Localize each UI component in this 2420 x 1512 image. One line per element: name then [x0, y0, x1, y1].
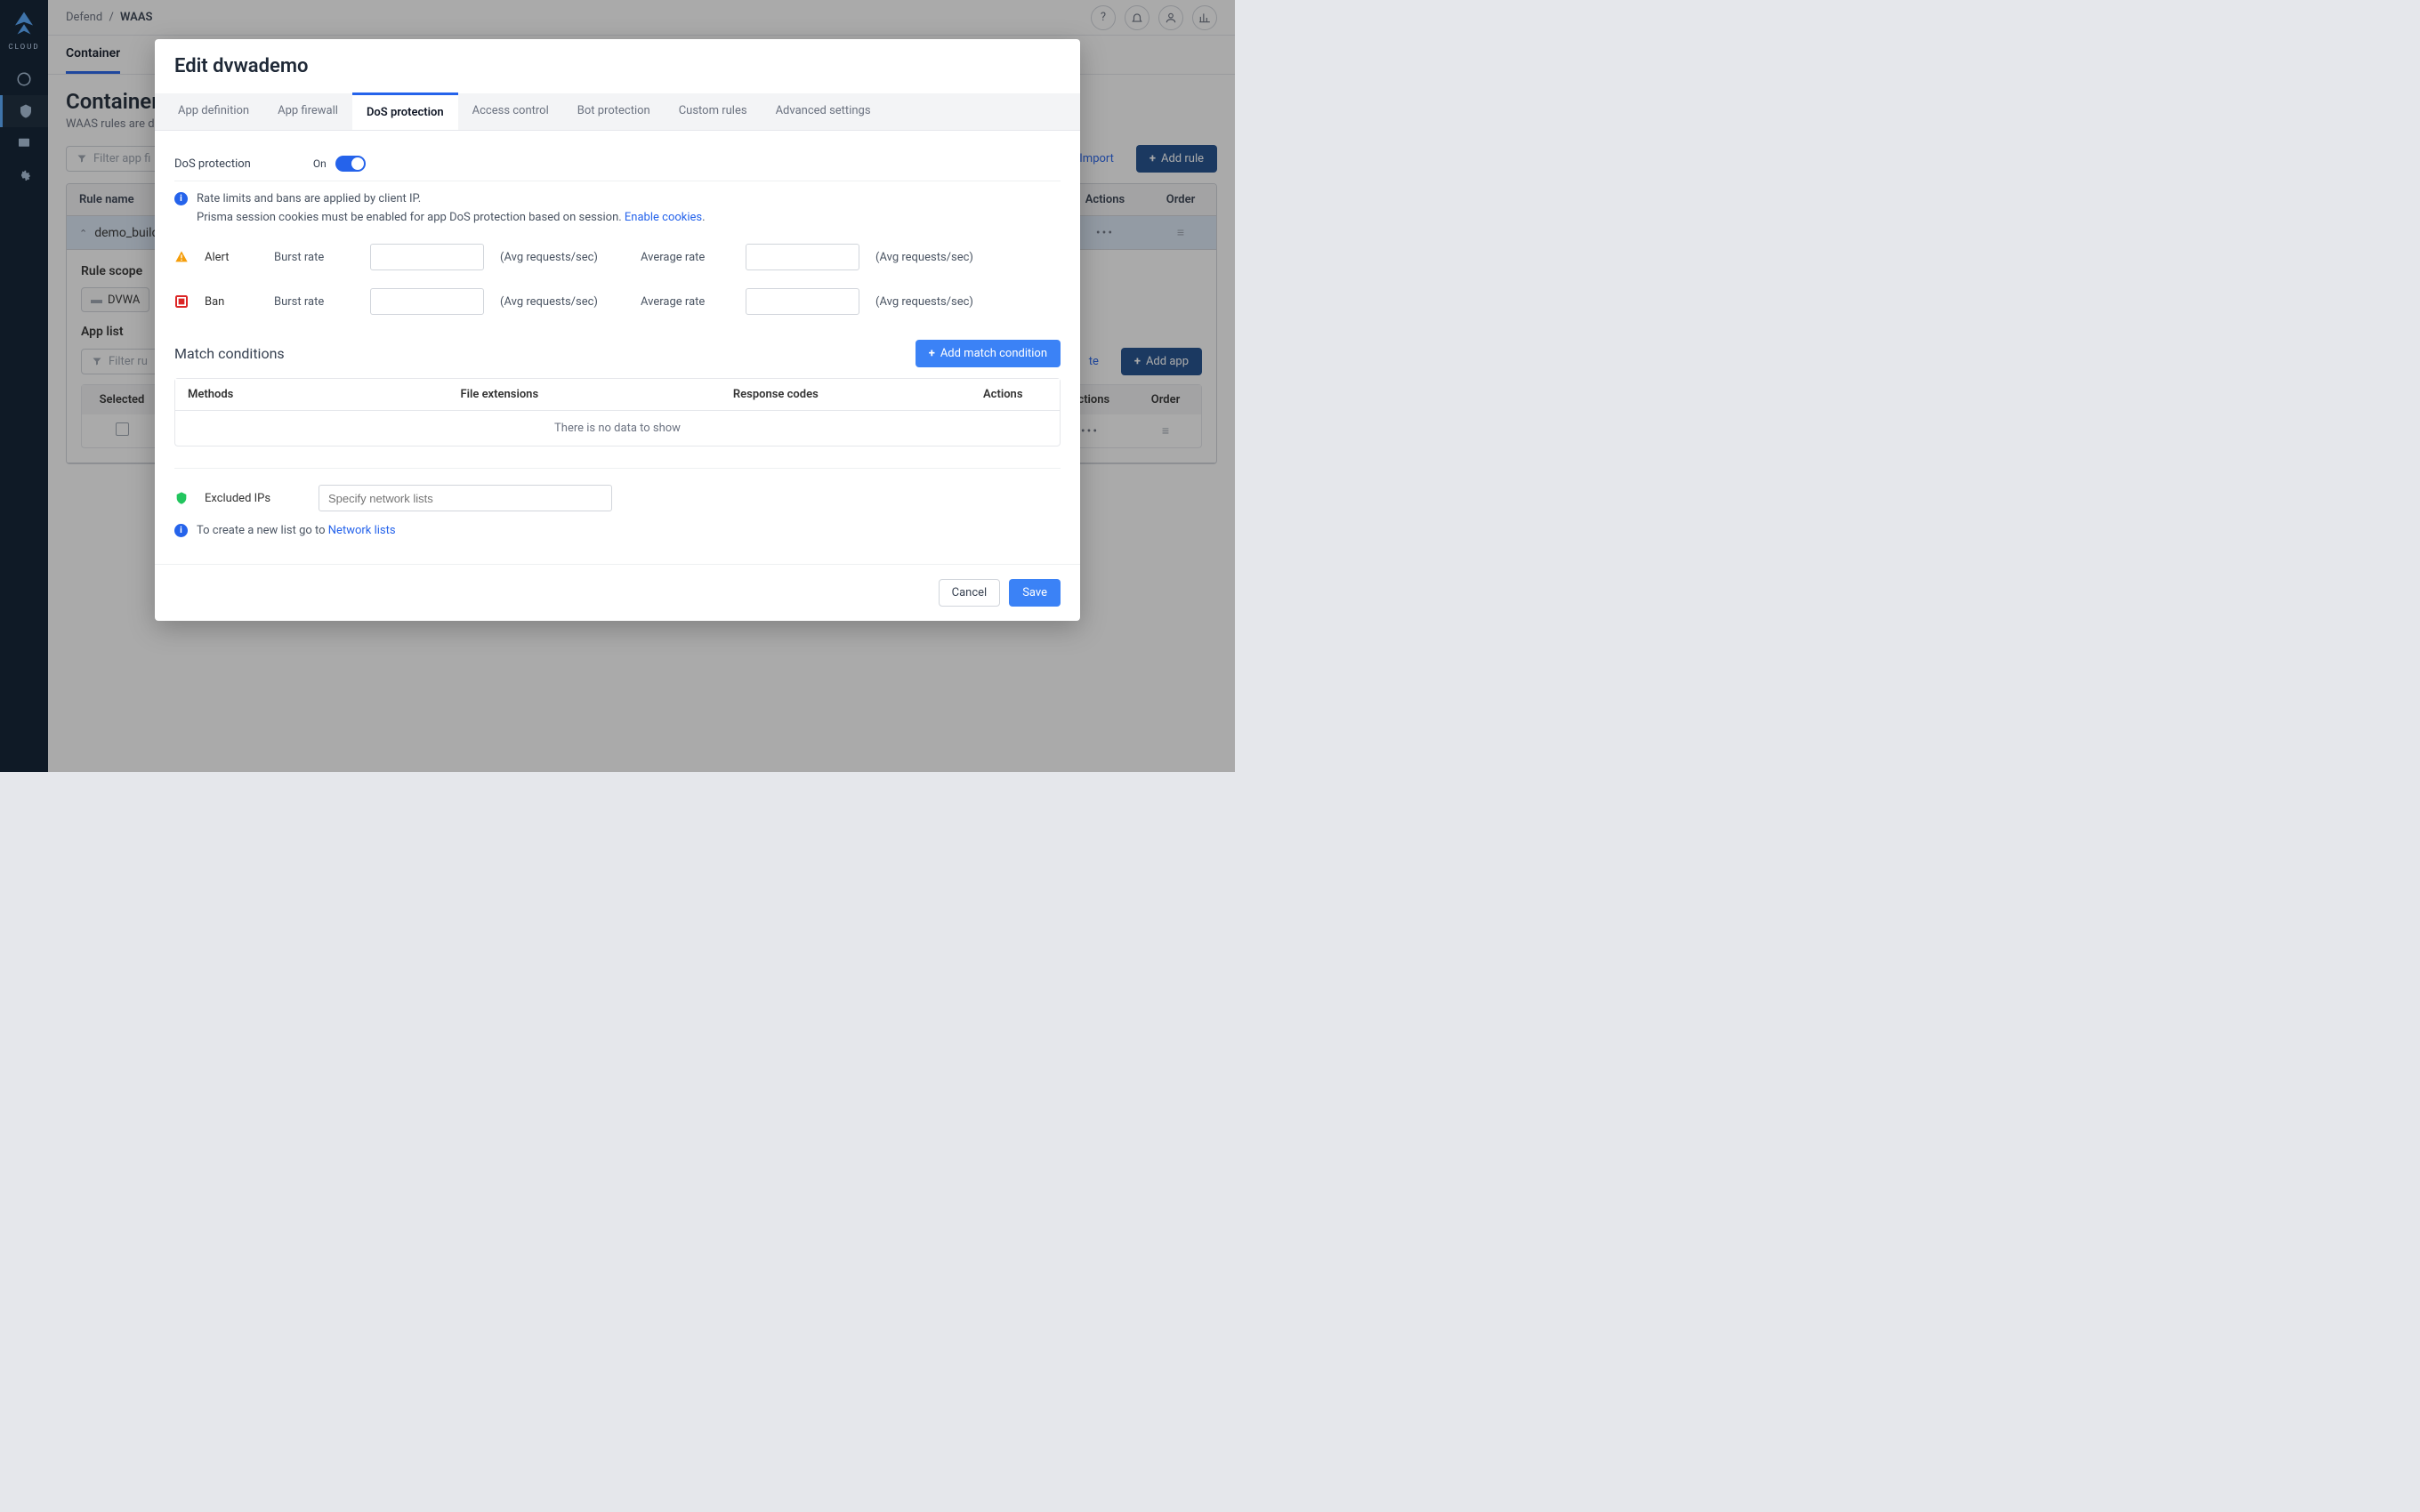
avg-label: Average rate: [641, 295, 730, 309]
avg-label: Average rate: [641, 251, 730, 264]
ban-icon: [174, 294, 189, 309]
excluded-ips-label: Excluded IPs: [205, 492, 302, 505]
info-icon: i: [174, 192, 188, 205]
network-lists-link[interactable]: Network lists: [328, 524, 396, 537]
cancel-button[interactable]: Cancel: [939, 579, 1001, 607]
shield-icon: [174, 491, 189, 505]
match-conditions-table: Methods File extensions Response codes A…: [174, 378, 1061, 446]
alert-row: Alert Burst rate (Avg requests/sec) Aver…: [174, 235, 1061, 279]
alert-avg-input[interactable]: [746, 244, 859, 270]
unit-label: (Avg requests/sec): [875, 295, 1000, 309]
info-text-1: Rate limits and bans are applied by clie…: [197, 192, 706, 205]
burst-label: Burst rate: [274, 295, 354, 309]
match-conditions-title: Match conditions: [174, 345, 285, 362]
modal-overlay: Edit dvwademo App definition App firewal…: [0, 0, 1235, 772]
toggle-state: On: [313, 157, 327, 170]
excluded-ips-input[interactable]: [319, 485, 612, 511]
col-methods: Methods: [175, 379, 448, 410]
info-text-2: Prisma session cookies must be enabled f…: [197, 211, 622, 224]
dos-label: DoS protection: [174, 157, 251, 171]
tab-advanced-settings[interactable]: Advanced settings: [762, 93, 885, 130]
save-button[interactable]: Save: [1009, 579, 1061, 607]
tab-bot-protection[interactable]: Bot protection: [563, 93, 665, 130]
modal-tabs: App definition App firewall DoS protecti…: [155, 93, 1080, 131]
unit-label: (Avg requests/sec): [500, 251, 625, 264]
unit-label: (Avg requests/sec): [875, 251, 1000, 264]
ban-avg-input[interactable]: [746, 288, 859, 315]
col-match-actions: Actions: [971, 379, 1060, 410]
enable-cookies-link[interactable]: Enable cookies: [625, 211, 702, 224]
burst-label: Burst rate: [274, 251, 354, 264]
tab-dos-protection[interactable]: DoS protection: [352, 92, 458, 130]
info-icon: i: [174, 524, 188, 537]
unit-label: (Avg requests/sec): [500, 295, 625, 309]
tab-app-definition[interactable]: App definition: [164, 93, 263, 130]
col-extensions: File extensions: [448, 379, 720, 410]
alert-burst-input[interactable]: [370, 244, 484, 270]
match-empty-state: There is no data to show: [175, 411, 1060, 446]
network-lists-info: To create a new list go to: [197, 524, 326, 537]
alert-label: Alert: [205, 251, 258, 264]
add-match-condition-button[interactable]: +Add match condition: [916, 340, 1061, 367]
col-response-codes: Response codes: [721, 379, 971, 410]
ban-label: Ban: [205, 295, 258, 309]
tab-access-control[interactable]: Access control: [458, 93, 563, 130]
tab-custom-rules[interactable]: Custom rules: [665, 93, 762, 130]
tab-app-firewall[interactable]: App firewall: [263, 93, 352, 130]
modal-title: Edit dvwademo: [155, 39, 1080, 93]
dos-toggle[interactable]: [335, 156, 366, 172]
ban-row: Ban Burst rate (Avg requests/sec) Averag…: [174, 279, 1061, 324]
alert-icon: [174, 250, 189, 264]
edit-modal: Edit dvwademo App definition App firewal…: [155, 39, 1080, 621]
ban-burst-input[interactable]: [370, 288, 484, 315]
